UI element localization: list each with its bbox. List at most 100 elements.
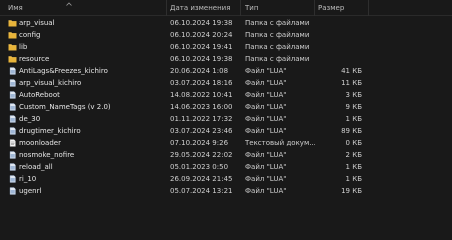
lua-file-icon <box>9 115 16 123</box>
file-name: Custom_NameTags (v 2.0) <box>19 103 111 111</box>
file-explorer-window: Имя Дата изменения Тип Размер arp_visual… <box>0 0 452 240</box>
file-type: Файл "LUA" <box>245 127 287 135</box>
list-item[interactable]: arp_visual_kichiro 03.07.2024 18:16 Файл "… <box>0 77 452 89</box>
lua-file-icon <box>9 67 16 75</box>
file-size <box>318 29 362 41</box>
file-date-modified: 07.10.2024 9:26 <box>170 139 229 147</box>
file-name: AutoReboot <box>19 91 60 99</box>
column-header-type[interactable]: Тип <box>245 0 305 16</box>
file-type: Файл "LUA" <box>245 175 287 183</box>
file-name: AntiLags&Freezes_kichiro <box>19 67 108 75</box>
file-type: Файл "LUA" <box>245 67 287 75</box>
file-name: lib <box>19 43 28 51</box>
column-header-bar: Имя Дата изменения Тип Размер <box>0 0 452 16</box>
file-size: 1 КБ <box>345 175 362 183</box>
lua-file-icon <box>9 151 16 159</box>
file-type: Папка с файлами <box>245 31 310 39</box>
file-type: Файл "LUA" <box>245 79 287 87</box>
file-date-modified: 03.07.2024 18:16 <box>170 79 233 87</box>
column-divider[interactable] <box>166 0 167 16</box>
folder-icon <box>8 56 17 63</box>
file-date-modified: 05.07.2024 13:21 <box>170 187 233 195</box>
file-size: 9 КБ <box>345 103 362 111</box>
file-name: arp_visual_kichiro <box>19 79 82 87</box>
file-date-modified: 03.07.2024 23:46 <box>170 127 233 135</box>
file-name: ugenrl <box>19 187 42 195</box>
list-item[interactable]: drugtimer_kichiro 03.07.2024 23:46 Файл "L… <box>0 125 452 137</box>
file-date-modified: 05.01.2023 0:50 <box>170 163 229 171</box>
list-item[interactable]: AntiLags&Freezes_kichiro 20.06.2024 1:08 Ф… <box>0 65 452 77</box>
file-date-modified: 14.08.2022 10:41 <box>170 91 233 99</box>
file-name: arp_visual <box>19 19 55 27</box>
list-item[interactable]: nosmoke_nofire 29.05.2024 22:02 Файл "LUA"… <box>0 149 452 161</box>
file-type: Папка с файлами <box>245 55 310 63</box>
list-item[interactable]: resource 06.10.2024 19:38 Папка с файлами <box>0 53 452 65</box>
file-size <box>318 53 362 65</box>
file-date-modified: 29.05.2024 22:02 <box>170 151 233 159</box>
file-name: config <box>19 31 41 39</box>
file-size: 89 КБ <box>341 127 362 135</box>
file-name: moonloader <box>19 139 61 147</box>
list-item[interactable]: AutoReboot 14.08.2022 10:41 Файл "LUA" 3 КБ <box>0 89 452 101</box>
file-size <box>318 17 362 29</box>
file-size: 11 КБ <box>341 79 362 87</box>
column-divider[interactable] <box>368 0 369 16</box>
file-type: Файл "LUA" <box>245 151 287 159</box>
column-divider[interactable] <box>314 0 315 16</box>
file-type: Файл "LUA" <box>245 91 287 99</box>
file-name: drugtimer_kichiro <box>19 127 81 135</box>
file-date-modified: 06.10.2024 19:41 <box>170 43 233 51</box>
file-name: nosmoke_nofire <box>19 151 75 159</box>
folder-icon <box>8 32 17 39</box>
file-size: 19 КБ <box>341 187 362 195</box>
file-date-modified: 06.10.2024 19:38 <box>170 19 233 27</box>
file-name: reload_all <box>19 163 53 171</box>
file-type: Текстовый докум... <box>245 139 315 147</box>
file-date-modified: 14.06.2023 16:00 <box>170 103 233 111</box>
list-item[interactable]: moonloader 07.10.2024 9:26 Текстовый докум… <box>0 137 452 149</box>
lua-file-icon <box>9 103 16 111</box>
text-file-icon <box>9 139 16 147</box>
list-item[interactable]: ugenrl 05.07.2024 13:21 Файл "LUA" 19 КБ <box>0 185 452 197</box>
list-item[interactable]: de_30 01.11.2022 17:32 Файл "LUA" 1 КБ <box>0 113 452 125</box>
folder-icon <box>8 20 17 27</box>
file-type: Файл "LUA" <box>245 163 287 171</box>
file-date-modified: 06.10.2024 19:38 <box>170 55 233 63</box>
file-type: Папка с файлами <box>245 19 310 27</box>
file-size: 1 КБ <box>345 163 362 171</box>
folder-icon <box>8 44 17 51</box>
file-type: Папка с файлами <box>245 43 310 51</box>
file-size: 41 КБ <box>341 67 362 75</box>
file-size: 1 КБ <box>345 115 362 123</box>
file-list: arp_visual 06.10.2024 19:38 Папка с файлам… <box>0 17 452 197</box>
list-item[interactable]: ri_10 26.09.2024 21:45 Файл "LUA" 1 КБ <box>0 173 452 185</box>
list-item[interactable]: Custom_NameTags (v 2.0) 14.06.2023 16:00 Ф… <box>0 101 452 113</box>
lua-file-icon <box>9 79 16 87</box>
lua-file-icon <box>9 175 16 183</box>
list-item[interactable]: arp_visual 06.10.2024 19:38 Папка с файлам… <box>0 17 452 29</box>
file-name: de_30 <box>19 115 41 123</box>
column-header-date[interactable]: Дата изменения <box>170 0 240 16</box>
file-size: 0 КБ <box>345 139 362 147</box>
column-divider[interactable] <box>240 0 241 16</box>
file-date-modified: 26.09.2024 21:45 <box>170 175 233 183</box>
lua-file-icon <box>9 91 16 99</box>
file-type: Файл "LUA" <box>245 187 287 195</box>
column-header-size[interactable]: Размер <box>318 0 368 16</box>
lua-file-icon <box>9 127 16 135</box>
file-name: ri_10 <box>19 175 37 183</box>
file-date-modified: 01.11.2022 17:32 <box>170 115 233 123</box>
file-type: Файл "LUA" <box>245 103 287 111</box>
file-name: resource <box>19 55 50 63</box>
lua-file-icon <box>9 187 16 195</box>
lua-file-icon <box>9 163 16 171</box>
column-header-name[interactable]: Имя <box>8 0 158 16</box>
file-date-modified: 06.10.2024 20:24 <box>170 31 233 39</box>
file-size: 3 КБ <box>345 91 362 99</box>
file-date-modified: 20.06.2024 1:08 <box>170 67 229 75</box>
file-size <box>318 41 362 53</box>
file-type: Файл "LUA" <box>245 115 287 123</box>
list-item[interactable]: reload_all 05.01.2023 0:50 Файл "LUA" 1 КБ <box>0 161 452 173</box>
list-item[interactable]: lib 06.10.2024 19:41 Папка с файлами <box>0 41 452 53</box>
list-item[interactable]: config 06.10.2024 20:24 Папка с файлами <box>0 29 452 41</box>
